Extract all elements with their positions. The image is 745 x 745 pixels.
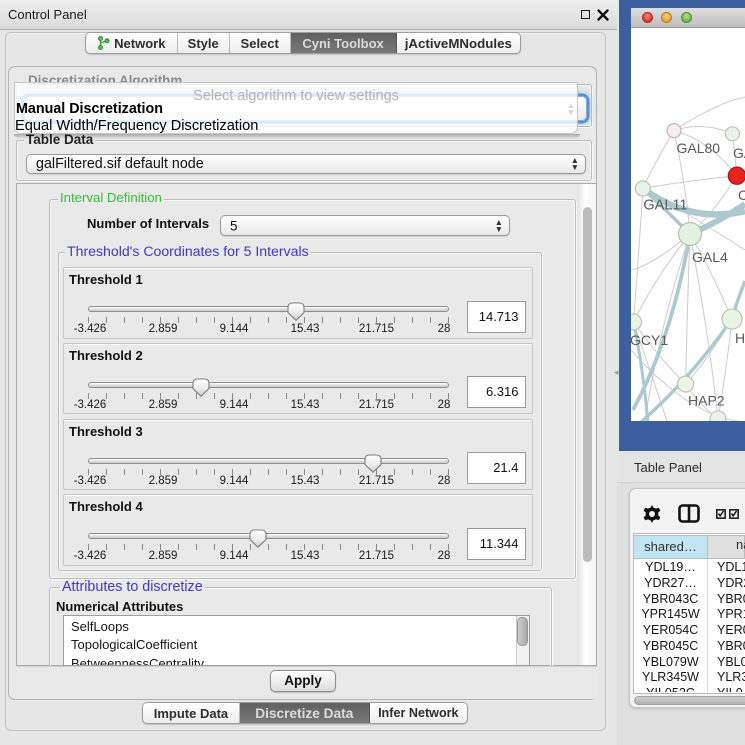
svg-text:HAP2: HAP2 (688, 393, 725, 409)
svg-text:GAL11: GAL11 (643, 198, 687, 214)
svg-text:GCY1: GCY1 (631, 332, 668, 348)
svg-text:GAL4: GAL4 (692, 249, 728, 265)
svg-text:C: C (738, 187, 745, 203)
svg-text:H: H (735, 330, 745, 346)
svg-text:GA: GA (733, 145, 745, 161)
svg-text:GAL80: GAL80 (677, 140, 721, 156)
